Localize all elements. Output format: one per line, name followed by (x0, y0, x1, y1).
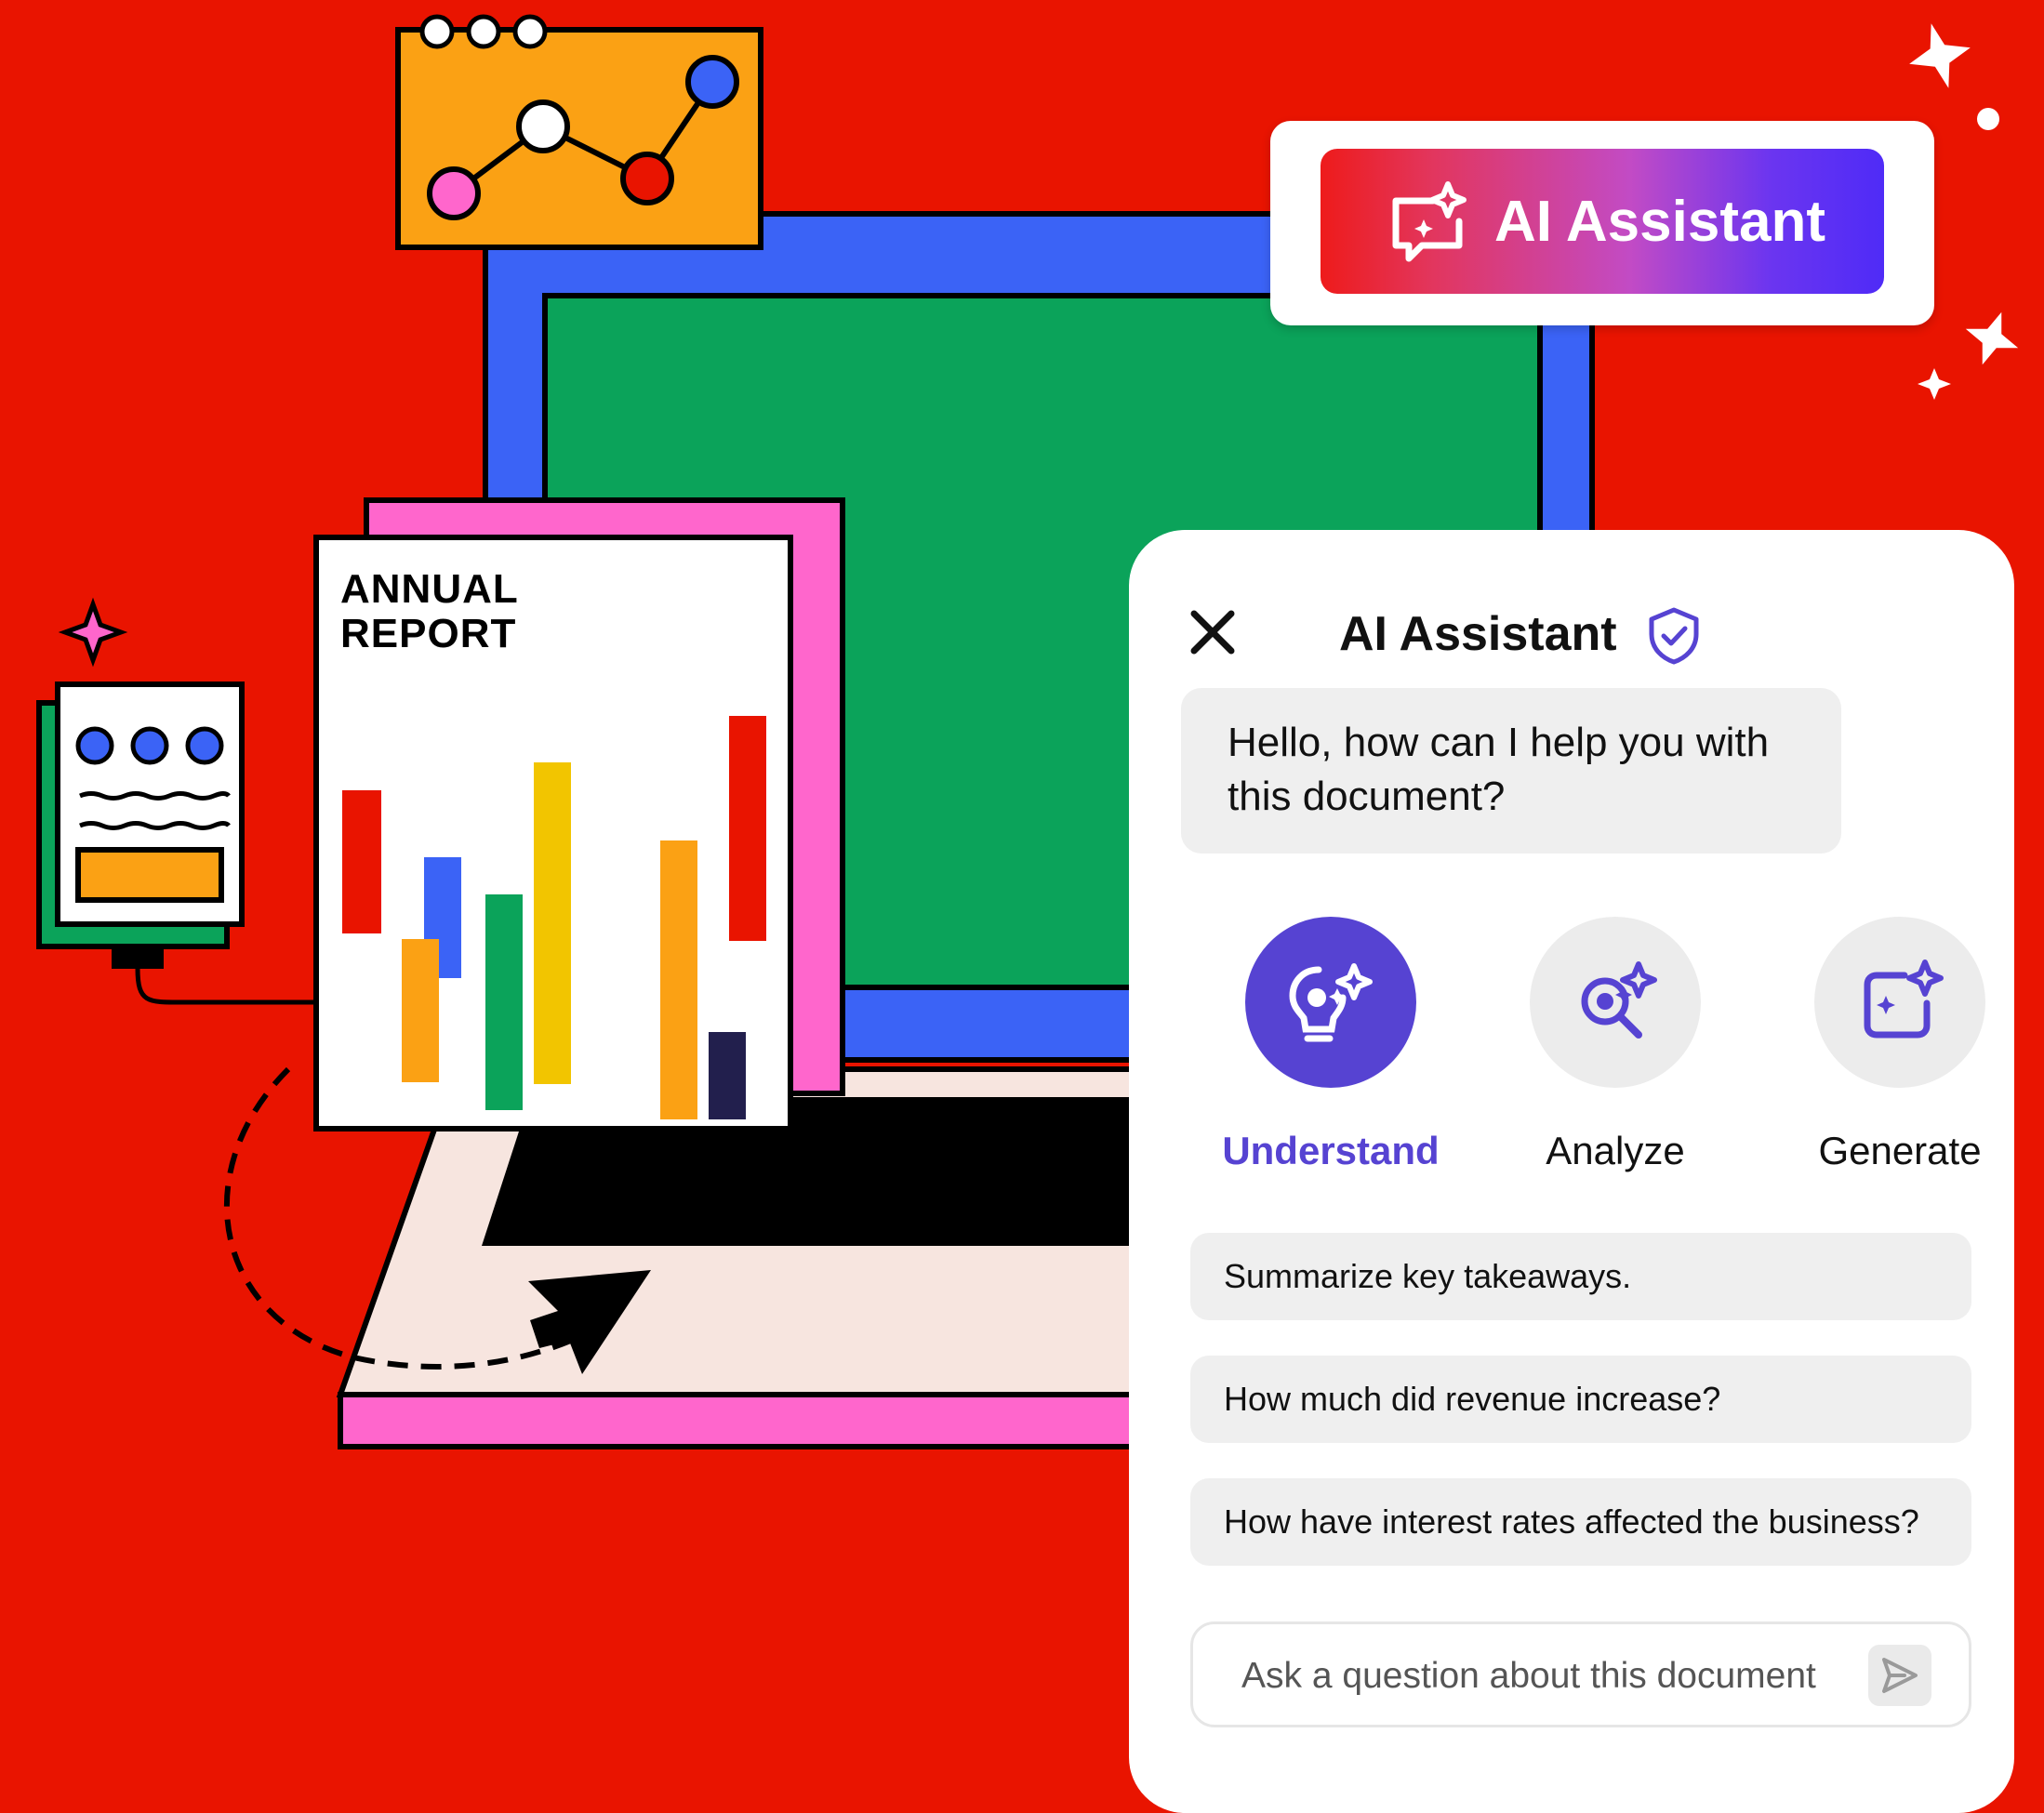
mode-understand-button[interactable]: Understand (1214, 906, 1447, 1184)
mode-analyze-circle (1530, 917, 1701, 1088)
send-icon (1882, 1658, 1918, 1693)
shield-check-icon (1649, 607, 1699, 665)
send-button[interactable] (1868, 1645, 1931, 1706)
mode-analyze-label: Analyze (1546, 1129, 1685, 1172)
ai-assistant-panel: AI Assistant Hello, how can I help you w… (1129, 530, 2014, 1813)
panel-title: AI Assistant (1339, 607, 1617, 661)
magnifier-sparkle-icon (1581, 961, 1657, 1039)
panel-header: AI Assistant (1185, 586, 1984, 679)
report-title: ANNUAL REPORT (340, 567, 519, 656)
close-button[interactable] (1185, 604, 1241, 660)
ai-assistant-badge-card: AI Assistant (1270, 121, 1934, 325)
report-title-line1: ANNUAL (340, 566, 519, 612)
mode-understand-label: Understand (1222, 1129, 1440, 1172)
question-input-box (1190, 1621, 1971, 1727)
suggestion-button[interactable]: How have interest rates affected the bus… (1190, 1478, 1971, 1566)
question-input[interactable] (1240, 1647, 1838, 1706)
close-icon (1190, 610, 1235, 655)
lightbulb-sparkle-icon (1289, 963, 1373, 1042)
ai-assistant-button[interactable]: AI Assistant (1321, 149, 1884, 294)
square-sparkle-icon (1864, 959, 1944, 1039)
suggestion-button[interactable]: Summarize key takeaways. (1190, 1233, 1971, 1320)
assistant-greeting-bubble: Hello, how can I help you with this docu… (1181, 688, 1841, 854)
mode-analyze-button[interactable]: Analyze (1499, 906, 1732, 1184)
ai-chat-sparkle-icon (1392, 181, 1467, 262)
chart-card-icon (395, 14, 763, 250)
report-title-line2: REPORT (340, 611, 517, 656)
suggestion-button[interactable]: How much did revenue increase? (1190, 1356, 1971, 1443)
mode-understand-circle (1245, 917, 1416, 1088)
device-icon (36, 597, 320, 1005)
mode-generate-button[interactable]: Generate (1784, 906, 2016, 1184)
mode-generate-label: Generate (1818, 1129, 1982, 1172)
ai-assistant-button-label: AI Assistant (1493, 189, 1825, 254)
mode-generate-circle (1814, 917, 1985, 1088)
